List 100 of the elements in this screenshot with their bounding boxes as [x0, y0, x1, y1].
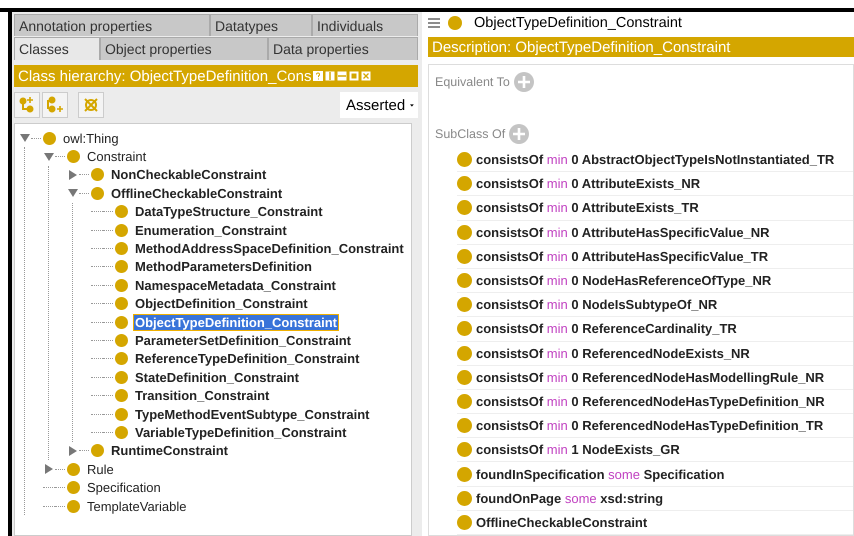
add-icon[interactable]: [509, 124, 530, 144]
class-icon: [67, 500, 80, 512]
add-sibling-button[interactable]: [42, 92, 68, 118]
tab[interactable]: Annotation properties: [14, 14, 210, 36]
class-expression[interactable]: foundOnPage some xsd:string: [476, 490, 664, 506]
add-subclass-icon: [18, 96, 36, 114]
class-expression[interactable]: consistsOf min 0 AttributeHasSpecificValue_TR: [476, 248, 768, 264]
class-icon: [91, 444, 104, 458]
help-icon[interactable]: [313, 71, 324, 81]
tab[interactable]: Data properties: [268, 37, 418, 60]
tab[interactable]: Classes: [14, 37, 100, 60]
tree-item[interactable]: RuntimeConstraint: [110, 443, 229, 458]
class-icon: [115, 278, 128, 292]
class-icon: [457, 418, 472, 434]
tree-item[interactable]: Specification: [86, 480, 162, 496]
class-icon: [457, 321, 472, 336]
tree-item[interactable]: Constraint: [86, 149, 148, 164]
tree-item[interactable]: MethodParametersDefinition: [134, 259, 313, 274]
add-subclass-button[interactable]: [14, 92, 40, 118]
add-icon[interactable]: [514, 72, 534, 92]
class-icon: [457, 514, 472, 530]
expand-arrow-icon[interactable]: [45, 464, 53, 474]
maximize-icon[interactable]: [349, 71, 360, 81]
tree-item[interactable]: NamespaceMetadata_Constraint: [134, 278, 337, 293]
class-icon: [457, 176, 472, 192]
class-icon: [91, 168, 104, 182]
tree-item[interactable]: StateDefinition_Constraint: [134, 370, 300, 385]
section-label: SubClass Of: [435, 127, 506, 141]
tree-item[interactable]: owl:Thing: [62, 130, 120, 146]
view-title: Description: ObjectTypeDefinition_Constraint: [432, 38, 730, 56]
tree-item[interactable]: TemplateVariable: [86, 498, 188, 514]
tab[interactable]: Object properties: [100, 37, 268, 60]
class-expression[interactable]: consistsOf min 0 ReferenceCardinality_TR: [476, 321, 737, 336]
class-icon: [115, 205, 128, 218]
class-icon: [115, 334, 128, 347]
class-icon: [457, 248, 472, 264]
asserted-dropdown[interactable]: Asserted: [340, 92, 418, 118]
tree-item[interactable]: MethodAddressSpaceDefinition_Constraint: [134, 241, 405, 256]
tree-item[interactable]: TypeMethodEventSubtype_Constraint: [134, 406, 371, 422]
class-expression[interactable]: consistsOf min 0 NodeIsSubtypeOf_NR: [476, 297, 718, 312]
tree-item[interactable]: NonCheckableConstraint: [110, 167, 268, 182]
class-icon: [115, 316, 128, 329]
class-icon: [115, 260, 128, 274]
class-icon: [115, 297, 128, 310]
class-icon: [115, 408, 128, 421]
tree-item[interactable]: ObjectDefinition_Constraint: [134, 296, 309, 312]
class-expression[interactable]: consistsOf min 0 ReferencedNodeHasTypeDefinition_TR: [476, 418, 824, 434]
menu-icon[interactable]: [428, 18, 440, 28]
expand-arrow-icon[interactable]: [69, 170, 77, 180]
add-sibling-icon: [46, 96, 64, 114]
tree-item[interactable]: Rule: [86, 462, 115, 477]
class-expression[interactable]: consistsOf min 0 AttributeExists_TR: [476, 200, 699, 216]
section-label: Equivalent To: [435, 75, 510, 89]
class-icon: [115, 370, 128, 384]
class-icon: [457, 346, 472, 361]
tab[interactable]: Datatypes: [210, 14, 312, 36]
delete-icon: [82, 96, 100, 114]
class-icon: [457, 370, 472, 385]
minimize-icon[interactable]: [337, 71, 348, 81]
collapse-arrow-icon[interactable]: [44, 152, 54, 161]
tab[interactable]: Individuals: [312, 14, 418, 36]
tree-item[interactable]: Transition_Constraint: [134, 388, 270, 404]
tree-item[interactable]: VariableTypeDefinition_Constraint: [134, 424, 348, 440]
tree-item[interactable]: ParameterSetDefinition_Constraint: [134, 332, 352, 348]
tree-item[interactable]: ObjectTypeDefinition_Constraint: [134, 314, 338, 330]
split-icon[interactable]: [325, 71, 336, 81]
tree-item[interactable]: OfflineCheckableConstraint: [110, 186, 284, 201]
class-icon: [67, 150, 80, 164]
class-icon: [67, 481, 80, 494]
class-icon: [457, 442, 472, 458]
class-icon: [115, 242, 128, 256]
caret-icon: [410, 102, 414, 108]
class-expression[interactable]: consistsOf min 0 AttributeHasSpecificValue_NR: [476, 224, 770, 240]
class-icon: [457, 273, 472, 288]
class-icon: [91, 186, 104, 200]
class-icon: [43, 132, 56, 145]
class-expression[interactable]: consistsOf min 0 ReferencedNodeHasTypeDefinition_NR: [476, 394, 825, 409]
class-expression[interactable]: consistsOf min 0 NodeHasReferenceOfType_NR: [476, 273, 772, 288]
class-icon: [457, 394, 472, 409]
class-expression[interactable]: foundInSpecification some Specification: [476, 466, 724, 482]
collapse-arrow-icon[interactable]: [68, 189, 78, 198]
class-icon: [457, 466, 472, 482]
class-expression[interactable]: consistsOf min 0 AttributeExists_NR: [476, 176, 700, 192]
class-icon: [67, 462, 80, 476]
close-icon[interactable]: [361, 71, 372, 81]
class-expression[interactable]: OfflineCheckableConstraint: [476, 514, 648, 530]
tree-item[interactable]: DataTypeStructure_Constraint: [134, 204, 324, 220]
class-icon: [115, 389, 128, 402]
tree-item[interactable]: Enumeration_Constraint: [134, 222, 288, 238]
class-expression[interactable]: consistsOf min 0 ReferencedNodeHasModellingRule_NR: [476, 370, 824, 385]
class-icon: [115, 352, 128, 366]
collapse-arrow-icon[interactable]: [20, 134, 30, 142]
class-expression[interactable]: consistsOf min 1 NodeExists_GR: [476, 442, 680, 458]
class-icon: [457, 297, 472, 312]
class-expression[interactable]: consistsOf min 0 ReferencedNodeExists_NR: [476, 346, 750, 361]
delete-button[interactable]: [78, 92, 104, 118]
expand-arrow-icon[interactable]: [69, 446, 77, 456]
tree-item[interactable]: ReferenceTypeDefinition_Constraint: [134, 351, 360, 366]
class-icon: [115, 224, 128, 237]
class-expression[interactable]: consistsOf min 0 AbstractObjectTypeIsNotInstantiated_TR: [476, 152, 834, 168]
